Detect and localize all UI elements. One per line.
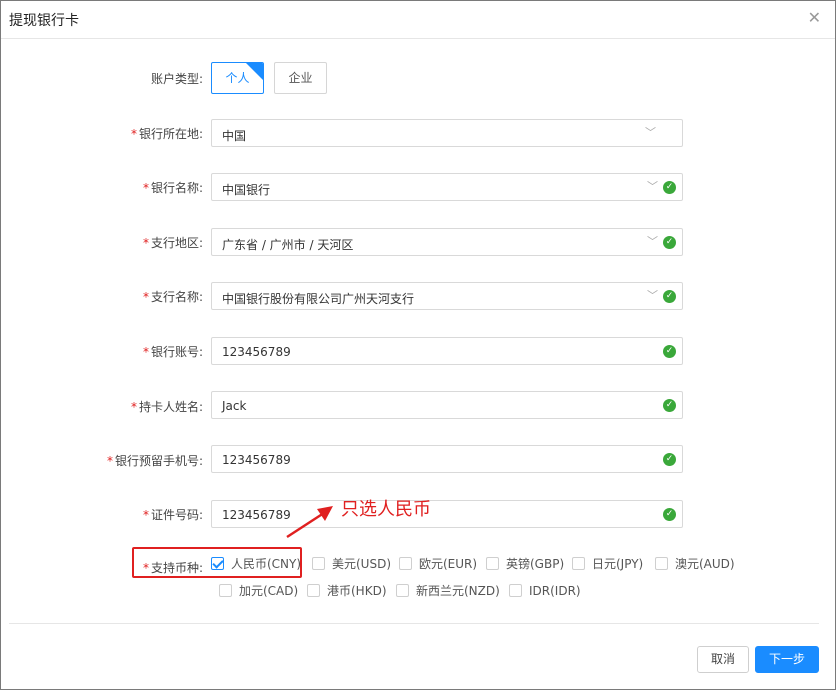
check-circle-icon: ✓ [663,345,676,358]
reserved-phone-value: 123456789 [222,453,291,467]
checkbox-icon [399,557,412,570]
card-holder-value: Jack [222,399,247,413]
check-circle-icon: ✓ [663,290,676,303]
annotation-text: 只选人民币 [341,499,431,520]
branch-name-select[interactable]: 中国银行股份有限公司广州天河支行 ﹀ ✓ [211,282,683,310]
chevron-down-icon: ﹀ [645,126,656,139]
currency-option-label: 澳元(AUD) [675,557,735,571]
withdraw-bank-card-dialog: 提现银行卡 ✕ 账户类型: 个人 ✓ 企业 *银行所在地: 中国 ﹀ *银行名称… [0,0,836,690]
checkmark-icon: ✓ [254,63,262,64]
dialog-title: 提现银行卡 [9,13,79,29]
card-holder-label: * 持卡人姓名: [130,400,203,414]
currency-option-label: 日元(JPY) [592,557,644,571]
check-circle-icon: ✓ [663,236,676,249]
currency-option-label: 港币(HKD) [327,584,387,598]
bank-location-select[interactable]: 中国 ﹀ [211,119,683,147]
checkbox-icon [486,557,499,570]
checkbox-icon [572,557,585,570]
currency-option-label: IDR(IDR) [529,584,581,598]
currency-label: * 支持币种: [142,561,203,575]
chevron-down-icon: ﹀ [647,235,658,248]
checkbox-icon [219,584,232,597]
currency-option-label: 人民币(CNY) [231,557,302,571]
dialog-header: 提现银行卡 ✕ [1,1,835,39]
branch-name-label: * 支行名称: [142,290,203,304]
close-icon[interactable]: ✕ [808,9,821,27]
bank-location-label: * 银行所在地: [130,127,203,141]
next-step-button[interactable]: 下一步 [755,646,819,673]
branch-region-label: * 支行地区: [142,236,203,250]
branch-name-value: 中国银行股份有限公司广州天河支行 [222,292,415,306]
check-circle-icon: ✓ [663,508,676,521]
branch-region-select[interactable]: 广东省 / 广州市 / 天河区 ﹀ ✓ [211,228,683,256]
reserved-phone-input[interactable]: 123456789 ✓ [211,445,683,473]
bank-name-value: 中国银行 [222,183,271,197]
account-number-value: 123456789 [222,345,291,359]
account-number-label: * 银行账号: [142,345,203,359]
currency-option-label: 加元(CAD) [239,584,299,598]
cancel-button[interactable]: 取消 [697,646,749,673]
bank-name-label: * 银行名称: [142,181,203,195]
checkbox-checked-icon [211,557,224,570]
id-number-input[interactable]: 123456789 ✓ [211,500,683,528]
account-type-personal-button[interactable]: 个人 ✓ [211,62,264,94]
bank-name-select[interactable]: 中国银行 ﹀ ✓ [211,173,683,201]
id-number-label: * 证件号码: [142,508,203,522]
reserved-phone-label: * 银行预留手机号: [106,454,203,468]
check-circle-icon: ✓ [663,181,676,194]
selected-corner-icon [246,63,263,80]
checkbox-icon [509,584,522,597]
account-type-business-button[interactable]: 企业 [274,62,327,94]
bank-location-value: 中国 [222,129,247,143]
footer-divider [9,623,819,624]
checkbox-icon [307,584,320,597]
checkbox-icon [312,557,325,570]
id-number-value: 123456789 [222,508,291,522]
card-holder-input[interactable]: Jack ✓ [211,391,683,419]
currency-option-label: 英镑(GBP) [506,557,565,571]
account-type-label: 账户类型: [150,72,203,86]
check-circle-icon: ✓ [663,399,676,412]
currency-option-label: 欧元(EUR) [419,557,478,571]
branch-region-value: 广东省 / 广州市 / 天河区 [222,238,354,252]
checkbox-icon [655,557,668,570]
currency-option-label: 美元(USD) [332,557,392,571]
check-circle-icon: ✓ [663,453,676,466]
chevron-down-icon: ﹀ [647,289,658,302]
currency-option-label: 新西兰元(NZD) [416,584,500,598]
account-number-input[interactable]: 123456789 ✓ [211,337,683,365]
checkbox-icon [396,584,409,597]
chevron-down-icon: ﹀ [647,180,658,193]
account-type-business-label: 企业 [288,71,313,85]
